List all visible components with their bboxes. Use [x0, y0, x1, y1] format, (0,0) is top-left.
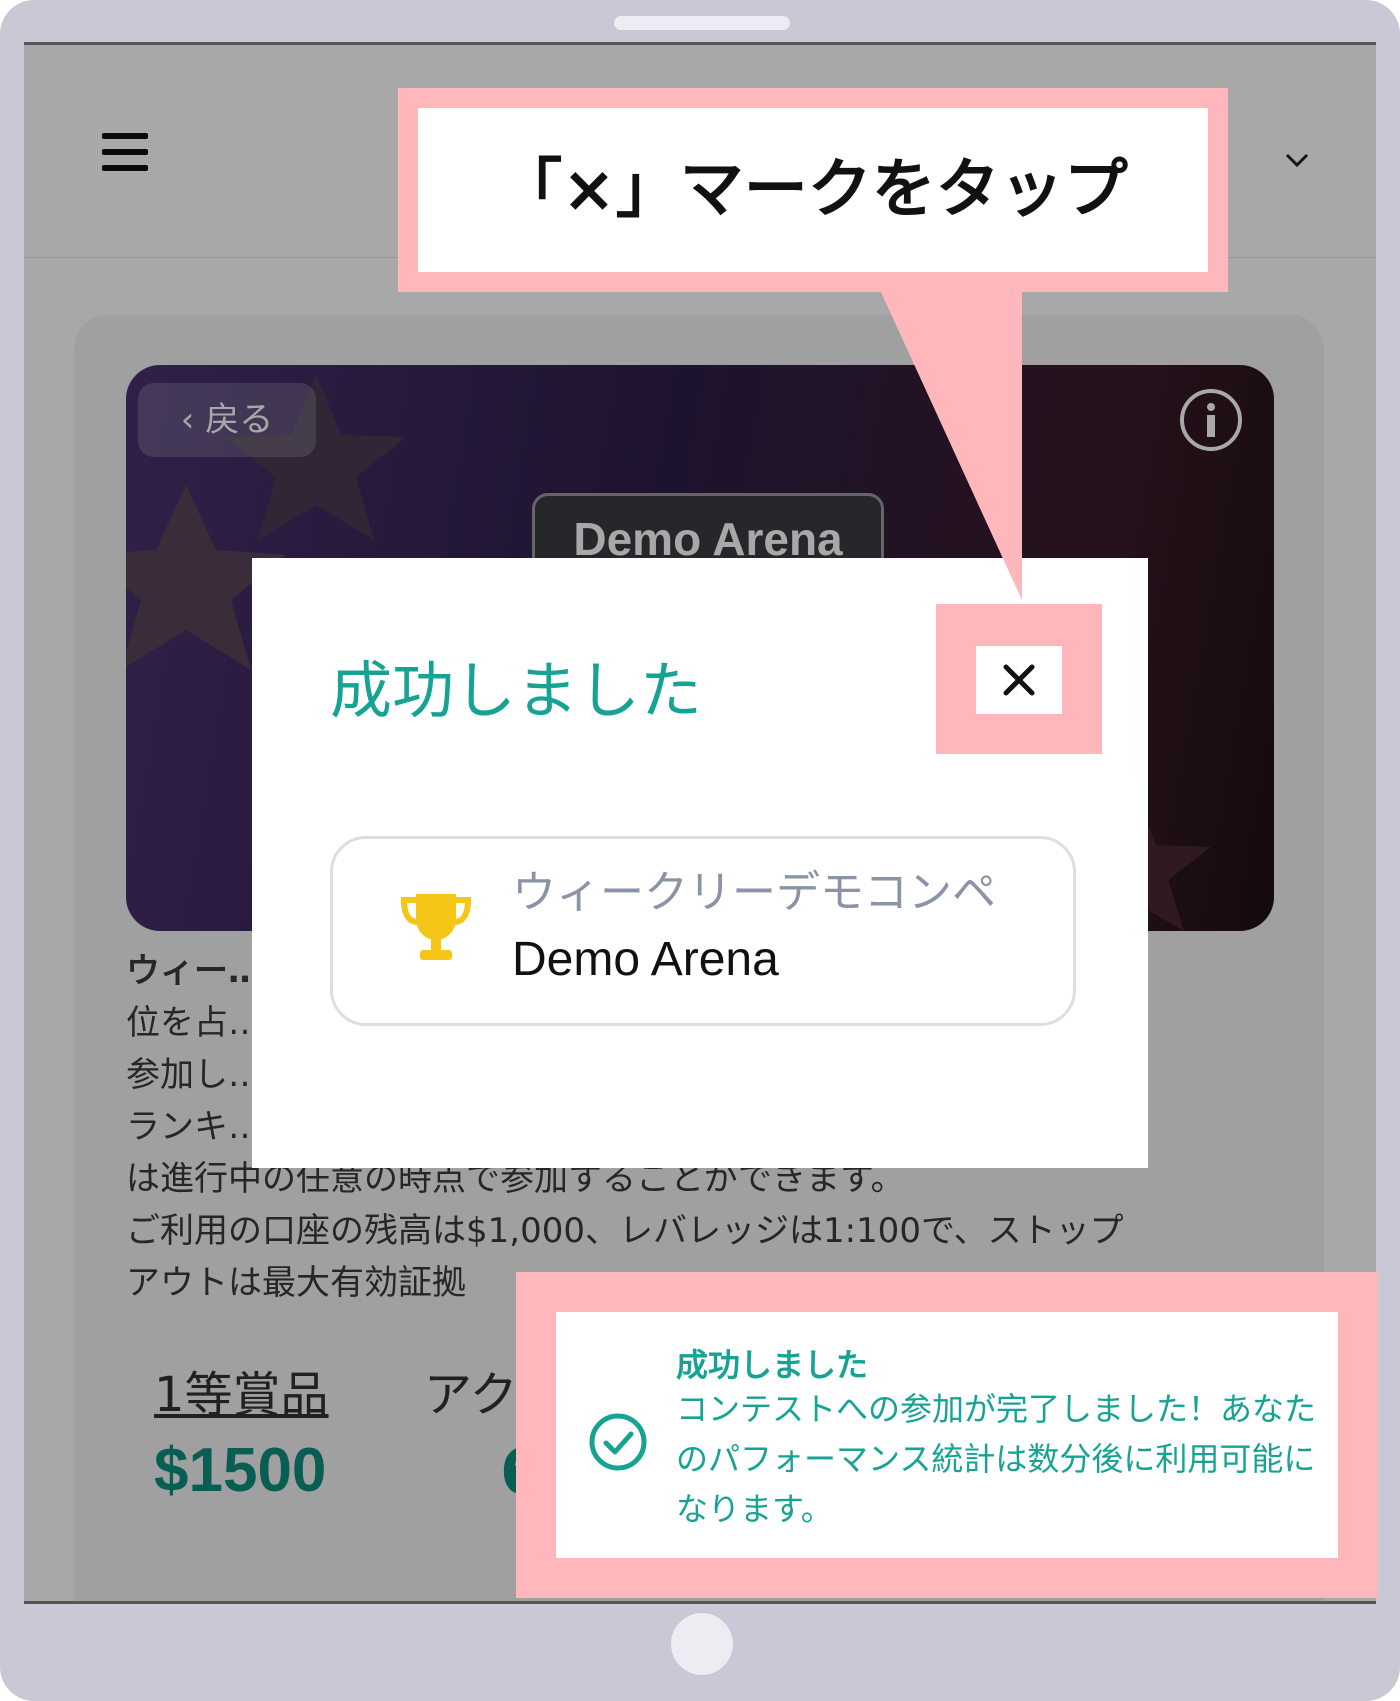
trophy-icon: [398, 890, 474, 964]
tablet-home-button: [671, 1613, 733, 1675]
competition-name: Demo Arena: [512, 933, 779, 986]
check-circle-icon: [588, 1412, 648, 1472]
toast-message: コンテストへの参加が完了しました！あなたのパフォーマンス統計は数分後に利用可能に…: [676, 1390, 1317, 1528]
toast-title: 成功しました: [676, 1346, 869, 1384]
close-icon: [1003, 664, 1035, 696]
competition-type: ウィークリーデモコンペ: [512, 867, 996, 918]
close-button[interactable]: [976, 646, 1062, 714]
tablet-speaker: [614, 16, 790, 30]
modal-title: 成功しました: [330, 654, 703, 727]
callout-text: 「×」マークをタップ: [498, 153, 1128, 227]
